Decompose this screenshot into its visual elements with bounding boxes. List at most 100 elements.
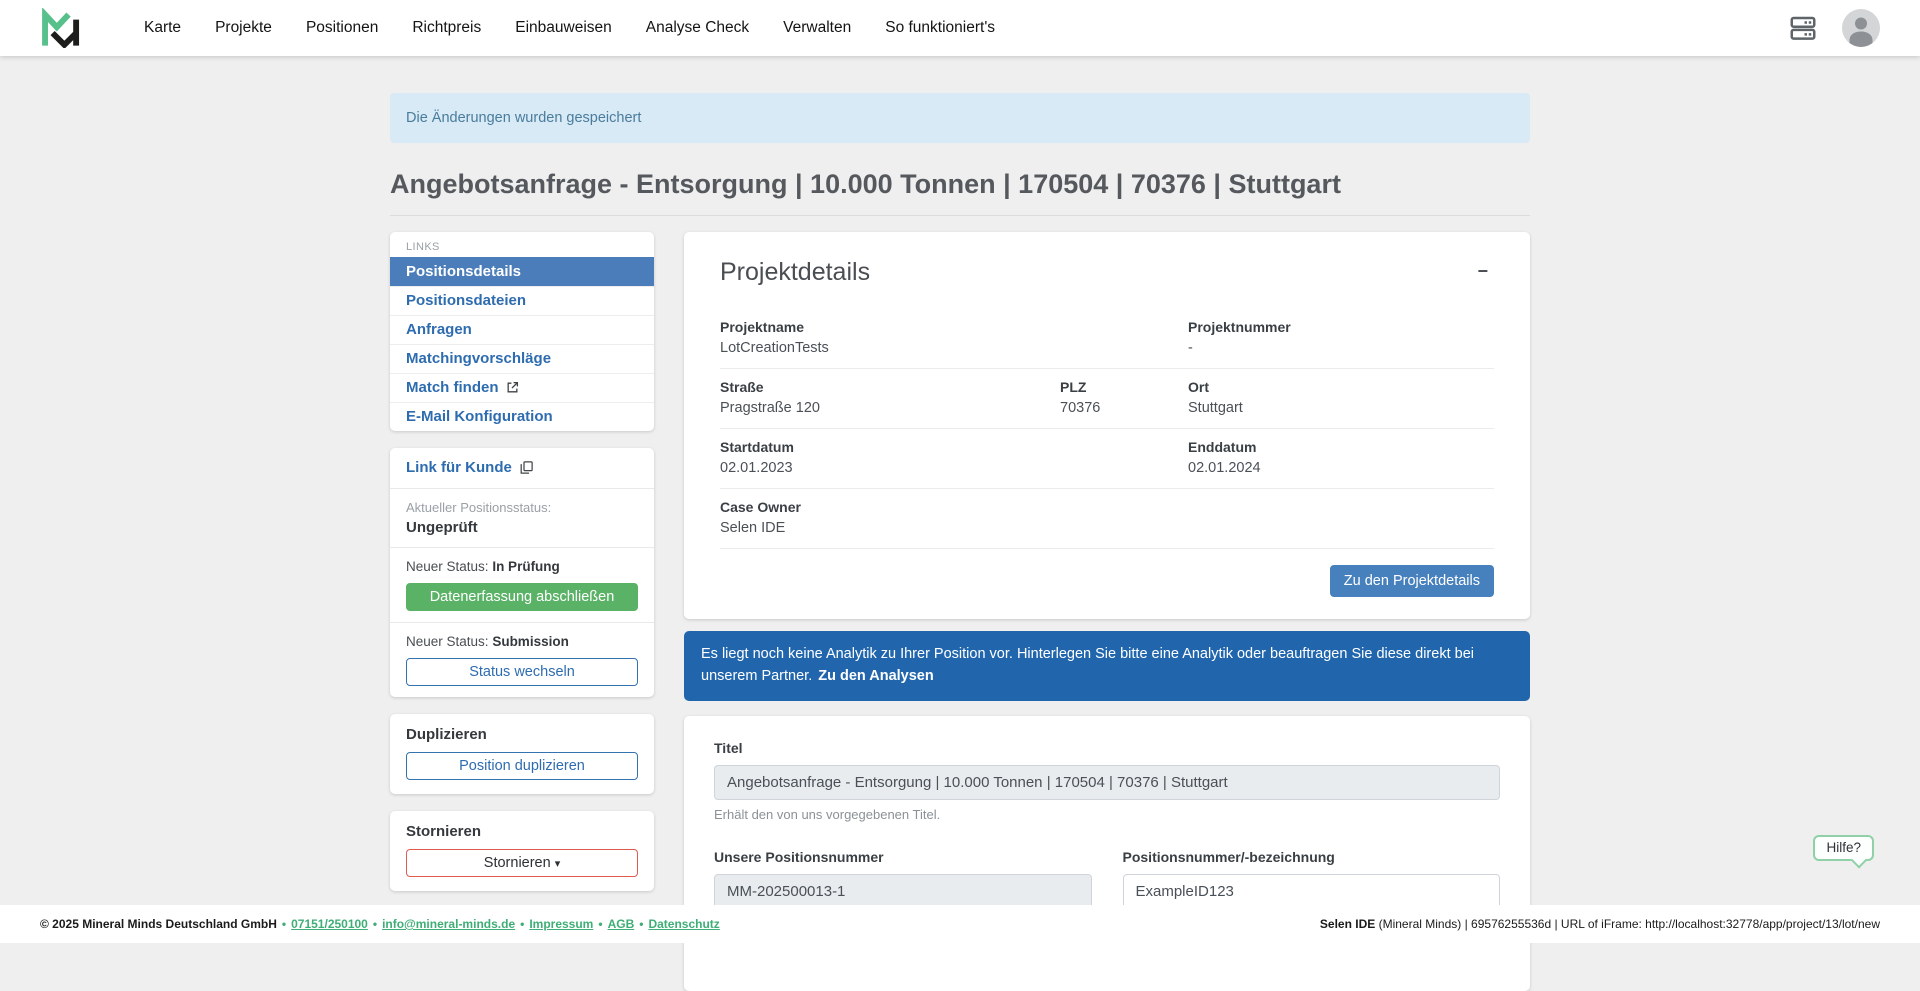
field-case-owner: Case Owner Selen IDE (720, 499, 1188, 536)
field-label: Case Owner (720, 499, 1188, 515)
sidebar-item-positionsdetails[interactable]: Positionsdetails (390, 257, 654, 286)
position-form-card: Titel Erhält den von uns vorgegebenen Ti… (684, 716, 1530, 991)
nav-item-so-funktionierts[interactable]: So funktioniert's (885, 19, 995, 37)
page-container: Die Änderungen wurden gespeichert Angebo… (390, 93, 1530, 991)
field-label: Enddatum (1188, 439, 1494, 455)
field-value: 70376 (1060, 400, 1188, 416)
footer-separator: • (282, 917, 286, 931)
copy-icon (519, 460, 534, 475)
projektdetails-card: Projektdetails − Projektname LotCreation… (684, 232, 1530, 619)
sidebar-item-label: Match finden (406, 379, 499, 396)
footer-user: Selen IDE (1320, 917, 1375, 931)
field-value: 02.01.2024 (1188, 460, 1494, 476)
impressum-link[interactable]: Impressum (529, 917, 593, 931)
field-label: Startdatum (720, 439, 1188, 455)
field-ort: Ort Stuttgart (1188, 379, 1494, 416)
field-value: - (1188, 340, 1494, 356)
saved-alert-text: Die Änderungen wurden gespeichert (406, 110, 641, 126)
server-icon[interactable] (1788, 13, 1818, 43)
sidebar: LINKS Positionsdetails Positionsdateien … (390, 232, 654, 908)
field-projektname: Projektname LotCreationTests (720, 319, 1188, 356)
footer-separator: • (598, 917, 602, 931)
links-card: LINKS Positionsdetails Positionsdateien … (390, 232, 654, 431)
field-value: Selen IDE (720, 520, 1188, 536)
links-header: LINKS (390, 232, 654, 257)
sidebar-item-match-finden[interactable]: Match finden (390, 373, 654, 402)
position-duplizieren-button[interactable]: Position duplizieren (406, 752, 638, 780)
nav-item-karte[interactable]: Karte (144, 19, 181, 37)
field-value: 02.01.2023 (720, 460, 1188, 476)
nav-item-positionen[interactable]: Positionen (306, 19, 378, 37)
copyright-text: © 2025 Mineral Minds Deutschland GmbH (40, 917, 277, 931)
footer-session-info: Selen IDE (Mineral Minds) | 69576255536d… (1320, 917, 1880, 931)
nav-item-richtpreis[interactable]: Richtpreis (412, 19, 481, 37)
footer-separator: • (373, 917, 377, 931)
stornieren-dropdown-button[interactable]: Stornieren▾ (406, 849, 638, 877)
duplizieren-title: Duplizieren (406, 726, 638, 743)
footer-left: © 2025 Mineral Minds Deutschland GmbH • 07… (40, 917, 720, 931)
positionsnummer-label: Positionsnummer/-bezeichnung (1123, 849, 1501, 865)
analytics-alert: Es liegt noch keine Analytik zu Ihrer Po… (684, 631, 1530, 701)
field-label: PLZ (1060, 379, 1188, 395)
main-content: Projektdetails − Projektname LotCreation… (684, 232, 1530, 991)
status-wechseln-button[interactable]: Status wechseln (406, 658, 638, 686)
field-value: Pragstraße 120 (720, 400, 1060, 416)
avatar-icon (1842, 9, 1880, 47)
nav-item-projekte[interactable]: Projekte (215, 19, 272, 37)
sidebar-item-label: Matchingvorschläge (406, 350, 551, 367)
titel-input (714, 765, 1500, 800)
zu-den-projektdetails-button[interactable]: Zu den Projektdetails (1330, 565, 1494, 597)
next-status-line-1: Neuer Status: In Prüfung (406, 559, 638, 574)
field-strasse: Straße Pragstraße 120 (720, 379, 1060, 416)
next-status-value-1: In Prüfung (492, 559, 560, 574)
datenerfassung-abschliessen-button[interactable]: Datenerfassung abschließen (406, 583, 638, 611)
page-title: Angebotsanfrage - Entsorgung | 10.000 To… (390, 169, 1530, 216)
mineral-minds-logo-icon[interactable] (40, 8, 82, 48)
current-status-value: Ungeprüft (406, 519, 638, 536)
sidebar-item-label: Positionsdetails (406, 263, 521, 280)
agb-link[interactable]: AGB (608, 917, 635, 931)
titel-helper: Erhält den von uns vorgegebenen Titel. (714, 807, 1500, 822)
link-fuer-kunde-label: Link für Kunde (406, 459, 512, 476)
sidebar-item-label: Anfragen (406, 321, 472, 338)
next-status-line-2: Neuer Status: Submission (406, 634, 638, 649)
sidebar-item-label: Positionsdateien (406, 292, 526, 309)
zu-den-analysen-link[interactable]: Zu den Analysen (818, 668, 933, 684)
field-projektnummer: Projektnummer - (1188, 319, 1494, 356)
collapse-icon[interactable]: − (1471, 258, 1494, 284)
field-label: Straße (720, 379, 1060, 395)
nav-item-analyse-check[interactable]: Analyse Check (646, 19, 749, 37)
stornieren-card: Stornieren Stornieren▾ (390, 811, 654, 891)
hilfe-button[interactable]: Hilfe? (1813, 835, 1874, 861)
footer-session-details: (Mineral Minds) | 69576255536d | URL of … (1375, 917, 1880, 931)
field-value: LotCreationTests (720, 340, 1188, 356)
datenschutz-link[interactable]: Datenschutz (648, 917, 719, 931)
titel-group: Titel Erhält den von uns vorgegebenen Ti… (714, 740, 1500, 822)
titel-label: Titel (714, 740, 1500, 756)
external-link-icon (506, 381, 519, 394)
sidebar-item-matchingvorschlaege[interactable]: Matchingvorschläge (390, 344, 654, 373)
next-status-prefix: Neuer Status: (406, 559, 489, 574)
next-status-value-2: Submission (492, 634, 569, 649)
sidebar-item-positionsdateien[interactable]: Positionsdateien (390, 286, 654, 315)
sidebar-item-email-konfiguration[interactable]: E-Mail Konfiguration (390, 402, 654, 431)
sidebar-item-label: E-Mail Konfiguration (406, 408, 553, 425)
field-label: Projektnummer (1188, 319, 1494, 335)
field-plz: PLZ 70376 (1060, 379, 1188, 416)
email-link[interactable]: info@mineral-minds.de (382, 917, 515, 931)
positionsnummer-input[interactable] (1123, 874, 1501, 909)
field-startdatum: Startdatum 02.01.2023 (720, 439, 1188, 476)
unsere-positionsnummer-input (714, 874, 1092, 909)
duplizieren-card: Duplizieren Position duplizieren (390, 714, 654, 794)
link-fuer-kunde[interactable]: Link für Kunde (406, 459, 534, 476)
user-avatar[interactable] (1842, 9, 1880, 47)
footer: © 2025 Mineral Minds Deutschland GmbH • 07… (0, 905, 1920, 943)
main-nav: Karte Projekte Positionen Richtpreis Ein… (144, 19, 995, 37)
nav-item-einbauweisen[interactable]: Einbauweisen (515, 19, 612, 37)
stornieren-button-label: Stornieren (484, 855, 551, 871)
nav-item-verwalten[interactable]: Verwalten (783, 19, 851, 37)
stornieren-title: Stornieren (406, 823, 638, 840)
field-value: Stuttgart (1188, 400, 1494, 416)
sidebar-item-anfragen[interactable]: Anfragen (390, 315, 654, 344)
phone-link[interactable]: 07151/250100 (291, 917, 368, 931)
